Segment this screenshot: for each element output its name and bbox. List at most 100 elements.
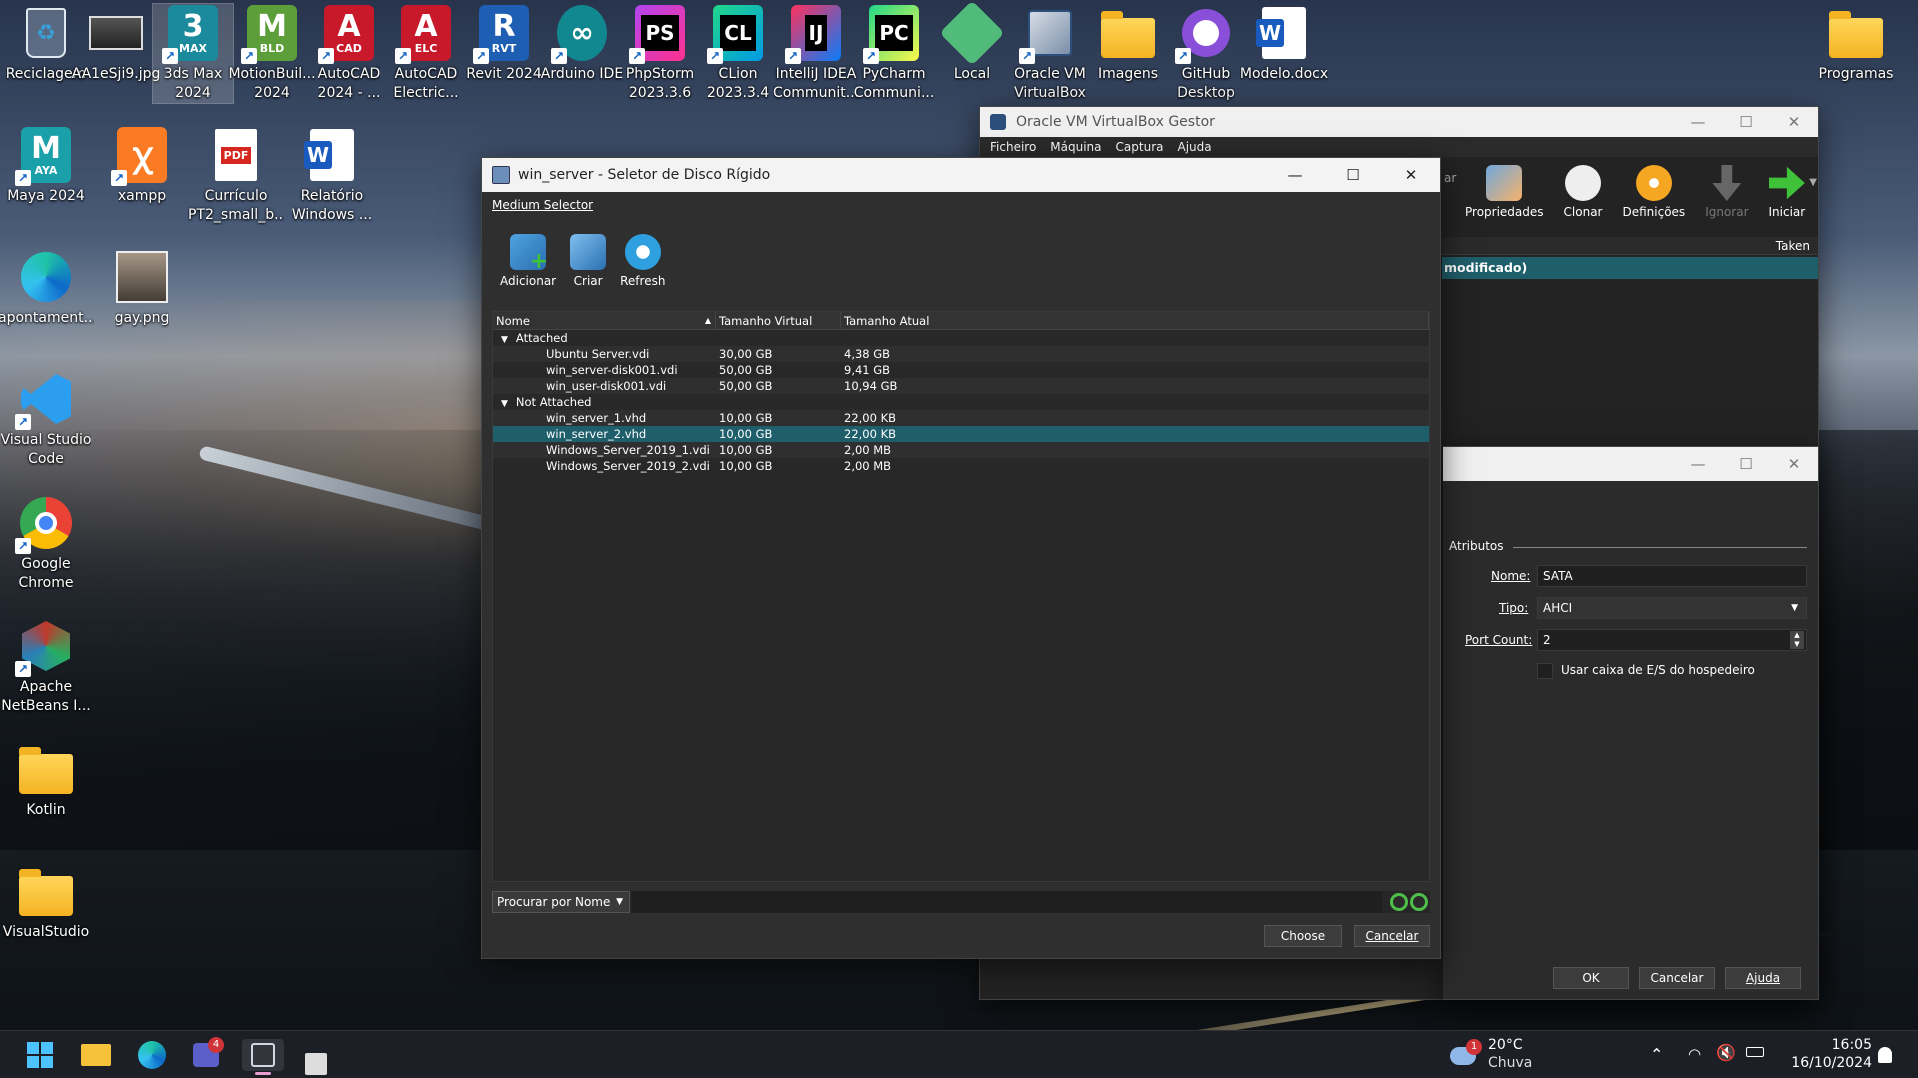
disk-row[interactable]: Ubuntu Server.vdi 30,00 GB 4,38 GB [493, 346, 1429, 362]
desktop-icon-png-image[interactable]: gay.png [96, 248, 188, 328]
ok-button[interactable]: OK [1553, 967, 1629, 989]
weather-condition: Chuva [1488, 1055, 1533, 1071]
controller-type-select[interactable]: AHCI ▼ [1537, 597, 1807, 619]
search-next-icon[interactable] [1410, 893, 1428, 911]
maximize-button[interactable]: ☐ [1324, 160, 1382, 190]
desktop-icon-xampp[interactable]: ꭓ ↗ xampp [96, 126, 188, 206]
discard-button[interactable]: Ignorar [1705, 165, 1749, 219]
cancel-button[interactable]: Cancelar [1639, 967, 1715, 989]
desktop-icon-curriculo-pdf[interactable]: PDF Currículo PT2_small_b... [188, 126, 284, 225]
close-button[interactable]: ✕ [1770, 449, 1818, 479]
desktop-icon-maya[interactable]: M AYA ↗ Maya 2024 [0, 126, 92, 206]
col-actual-size-header[interactable]: Tamanho Atual [841, 312, 1429, 329]
active-indicator [255, 1072, 271, 1075]
search-previous-icon[interactable] [1390, 893, 1408, 911]
disk-row-selected[interactable]: win_server_2.vhd 10,00 GB 22,00 KB [493, 426, 1429, 442]
desktop-icon-netbeans[interactable]: ↗ Apache NetBeans I... [0, 617, 92, 716]
disk-row[interactable]: win_server-disk001.vdi 50,00 GB 9,41 GB [493, 362, 1429, 378]
col-name-header[interactable]: Nome ▲ [493, 312, 716, 329]
file-explorer-button[interactable] [78, 1039, 114, 1071]
nome-label: Nome: [1491, 569, 1531, 583]
maximize-button[interactable]: ☐ [1722, 449, 1770, 479]
tipo-label: Tipo: [1499, 601, 1529, 615]
disk-row[interactable]: win_user-disk001.vdi 50,00 GB 10,94 GB [493, 378, 1429, 394]
desktop-icon-image-file[interactable]: AA1eSji9.jpg [70, 4, 162, 84]
minimize-button[interactable]: — [1674, 107, 1722, 137]
close-button[interactable]: ✕ [1382, 160, 1440, 190]
wifi-icon[interactable]: ◠ [1688, 1045, 1701, 1063]
settings-dialog-titlebar[interactable]: — ☐ ✕ [1443, 447, 1818, 481]
snapshot-selected-row[interactable]: modificado) [1442, 257, 1818, 279]
group-attached[interactable]: ▼ Attached [493, 330, 1429, 346]
disk-row[interactable]: Windows_Server_2019_1.vdi 10,00 GB 2,00 MB [493, 442, 1429, 458]
choose-button[interactable]: Choose [1264, 925, 1342, 947]
desktop-icon-programs-folder[interactable]: Programas [1806, 4, 1906, 84]
desktop-icon-3dsmax[interactable]: 3 MAX ↗ 3ds Max 2024 [152, 3, 234, 104]
hard-disk-selector-window[interactable]: win_server - Seletor de Disco Rígido — ☐… [481, 157, 1441, 959]
desktop-icon-edge-shortcut[interactable]: apontament... [0, 248, 94, 328]
refresh-button[interactable]: Refresh [620, 234, 665, 288]
folder-icon [1099, 4, 1157, 62]
disk-tree[interactable]: Nome ▲ Tamanho Virtual Tamanho Atual ▼ Att… [492, 311, 1430, 882]
folder-icon [81, 1044, 111, 1066]
spin-arrows-icon[interactable]: ▲ ▼ [1790, 631, 1804, 649]
clone-button[interactable]: Clonar [1564, 165, 1602, 219]
edge-button[interactable] [134, 1039, 170, 1071]
properties-button[interactable]: Propriedades [1465, 165, 1544, 219]
desktop-icon-visualstudio-folder[interactable]: VisualStudio [0, 862, 92, 942]
vbox-manager-menubar: Ficheiro Máquina Captura Ajuda [980, 137, 1818, 157]
minimize-button[interactable]: — [1674, 449, 1722, 479]
chevron-down-icon[interactable]: ▼ [501, 399, 508, 409]
desktop-icon-relatorio-word[interactable]: W Relatório Windows ... [286, 126, 378, 225]
host-io-cache-checkbox[interactable] [1537, 663, 1553, 679]
minimize-button[interactable]: — [1266, 160, 1324, 190]
menu-ficheiro[interactable]: Ficheiro [990, 140, 1036, 154]
chevron-down-icon[interactable]: ▼ [1809, 177, 1817, 219]
close-button[interactable]: ✕ [1770, 107, 1818, 137]
medium-selector-menu[interactable]: Medium Selector [482, 192, 1440, 218]
start-button[interactable] [22, 1039, 58, 1071]
controller-name-input[interactable]: SATA [1537, 565, 1807, 587]
weather-badge: 1 [1466, 1039, 1482, 1055]
menu-captura[interactable]: Captura [1116, 140, 1164, 154]
taskbar-app-button[interactable] [298, 1039, 334, 1075]
battery-icon[interactable] [1746, 1047, 1764, 1057]
teams-button[interactable]: 4 [188, 1037, 224, 1071]
group-not-attached[interactable]: ▼ Not Attached [493, 394, 1429, 410]
search-input[interactable] [632, 891, 1382, 913]
disk-row[interactable]: Windows_Server_2019_2.vdi 10,00 GB 2,00 MB [493, 458, 1429, 474]
desktop-icon-chrome[interactable]: ↗ Google Chrome [0, 494, 92, 593]
vbox-manager-titlebar[interactable]: Oracle VM VirtualBox Gestor — ☐ ✕ [980, 107, 1818, 137]
settings-button[interactable]: Definições [1622, 165, 1685, 219]
clock-date[interactable]: 16/10/2024 [1776, 1055, 1872, 1071]
settings-dialog-window[interactable]: — ☐ ✕ Atributos Nome: SATA Tipo: AHCI ▼ P… [1443, 446, 1819, 1000]
help-button[interactable]: Ajuda [1725, 967, 1801, 989]
add-disk-button[interactable]: + Adicionar [500, 234, 556, 288]
search-bar: Procurar por Nome ▼ [492, 891, 1430, 913]
selector-titlebar[interactable]: win_server - Seletor de Disco Rígido — ☐… [482, 158, 1440, 192]
desktop-icon-kotlin-folder[interactable]: Kotlin [0, 740, 92, 820]
volume-muted-icon[interactable]: 🔇 [1716, 1043, 1736, 1062]
menu-maquina[interactable]: Máquina [1050, 140, 1101, 154]
maximize-button[interactable]: ☐ [1722, 107, 1770, 137]
notification-bell-icon[interactable] [1878, 1047, 1892, 1063]
desktop-icon-vscode[interactable]: ↗ Visual Studio Code [0, 370, 92, 469]
arrow-down-icon [1712, 165, 1742, 201]
word-icon: W [303, 126, 361, 184]
motionbuilder-icon: M BLD ↗ [241, 4, 301, 64]
disk-row[interactable]: win_server_1.vhd 10,00 GB 22,00 KB [493, 410, 1429, 426]
clock-time[interactable]: 16:05 [1776, 1037, 1872, 1053]
search-mode-select[interactable]: Procurar por Nome ▼ [492, 891, 630, 913]
chevron-up-icon[interactable]: ⌃ [1650, 1045, 1663, 1064]
create-disk-button[interactable]: Criar [570, 234, 607, 288]
cancel-button[interactable]: Cancelar [1354, 925, 1430, 947]
weather-widget[interactable]: 1 [1446, 1039, 1486, 1073]
desktop-icon-word-document[interactable]: W Modelo.docx [1238, 4, 1330, 84]
start-button[interactable]: Iniciar [1769, 165, 1805, 219]
port-count-spinbox[interactable]: 2 ▲ ▼ [1537, 629, 1807, 651]
menu-ajuda[interactable]: Ajuda [1177, 140, 1211, 154]
chevron-down-icon[interactable]: ▼ [501, 335, 508, 345]
selector-title: win_server - Seletor de Disco Rígido [518, 167, 771, 183]
col-virtual-size-header[interactable]: Tamanho Virtual [716, 312, 841, 329]
virtualbox-taskbar-button[interactable] [242, 1039, 284, 1075]
